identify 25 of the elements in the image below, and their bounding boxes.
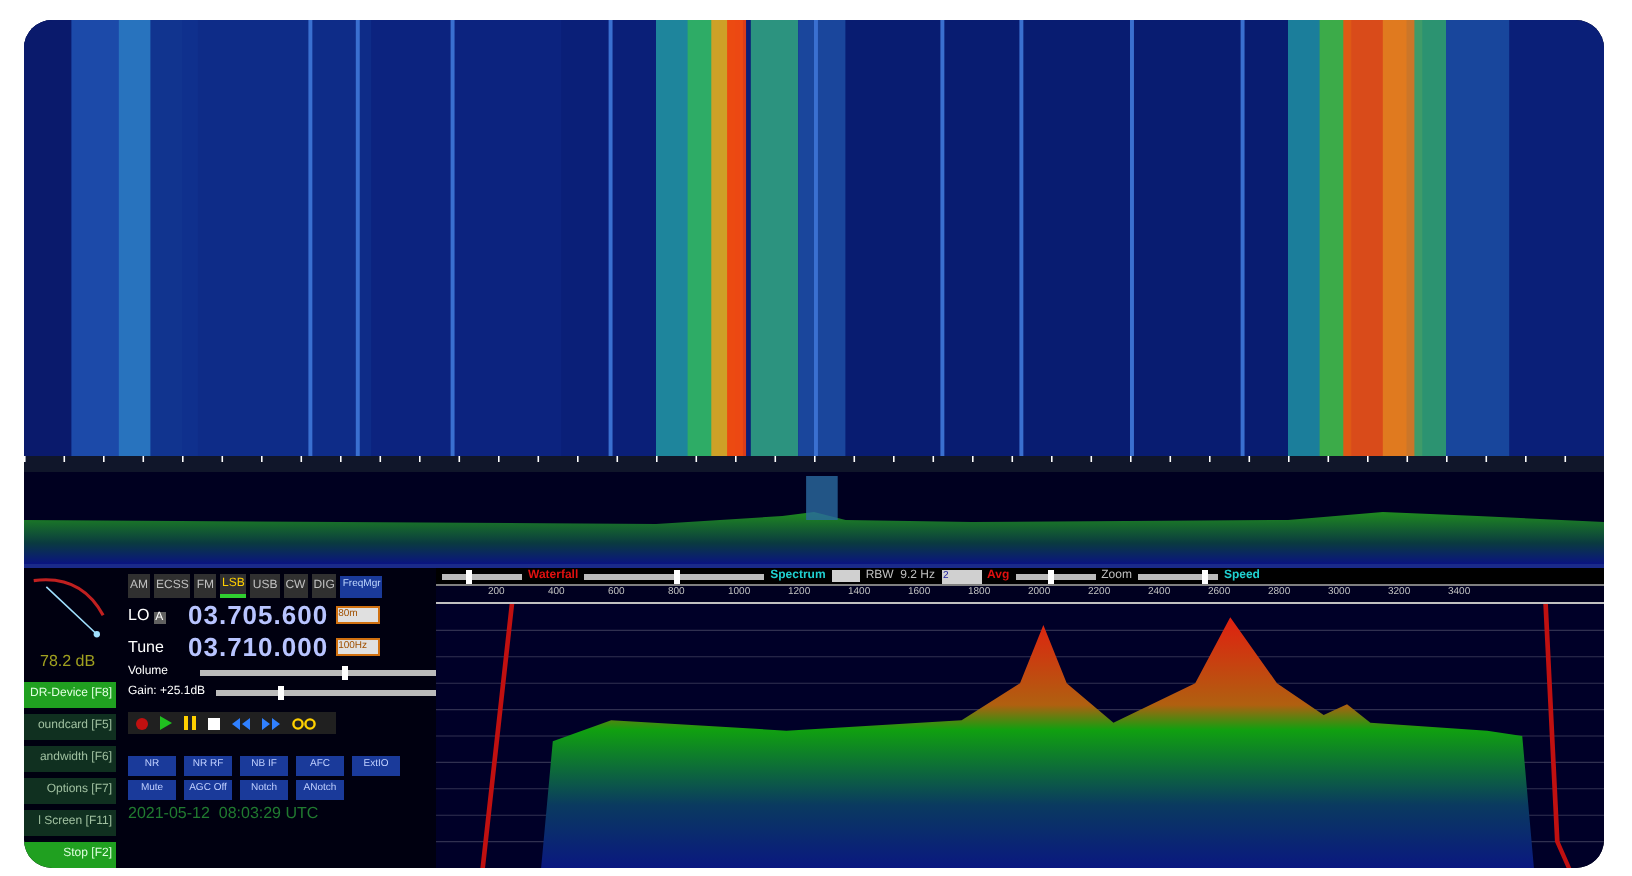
slider-track[interactable] — [200, 670, 436, 676]
utc-clock: 2021-05-12 08:03:29 UTC — [128, 804, 321, 822]
slider-track[interactable] — [584, 573, 765, 579]
spin-control[interactable] — [831, 570, 860, 582]
frequency-display[interactable]: 03.705.600 — [188, 600, 329, 630]
slider-thumb[interactable] — [1201, 569, 1208, 583]
slider-thumb[interactable] — [341, 666, 348, 680]
loop-icon[interactable] — [292, 717, 316, 729]
fast-forward-icon[interactable] — [262, 717, 280, 729]
frequency-label: Tune — [128, 635, 166, 659]
slider-thumb[interactable] — [674, 569, 681, 583]
slider-thumb[interactable] — [1047, 569, 1054, 583]
record-icon[interactable] — [136, 717, 148, 729]
stop-icon[interactable] — [208, 717, 220, 729]
meter-reading: 78.2 dB — [38, 650, 98, 674]
play-icon[interactable] — [160, 716, 172, 730]
slider-track[interactable] — [216, 690, 436, 696]
frequency-display[interactable]: 03.710.000 — [188, 632, 329, 662]
slider-track[interactable] — [1015, 573, 1096, 579]
slider-track[interactable] — [1137, 573, 1218, 579]
slider-track[interactable] — [442, 573, 522, 579]
rewind-icon[interactable] — [232, 717, 250, 729]
slider-thumb[interactable] — [466, 569, 472, 583]
slider-thumb[interactable] — [277, 686, 284, 700]
pause-icon[interactable] — [184, 716, 196, 730]
